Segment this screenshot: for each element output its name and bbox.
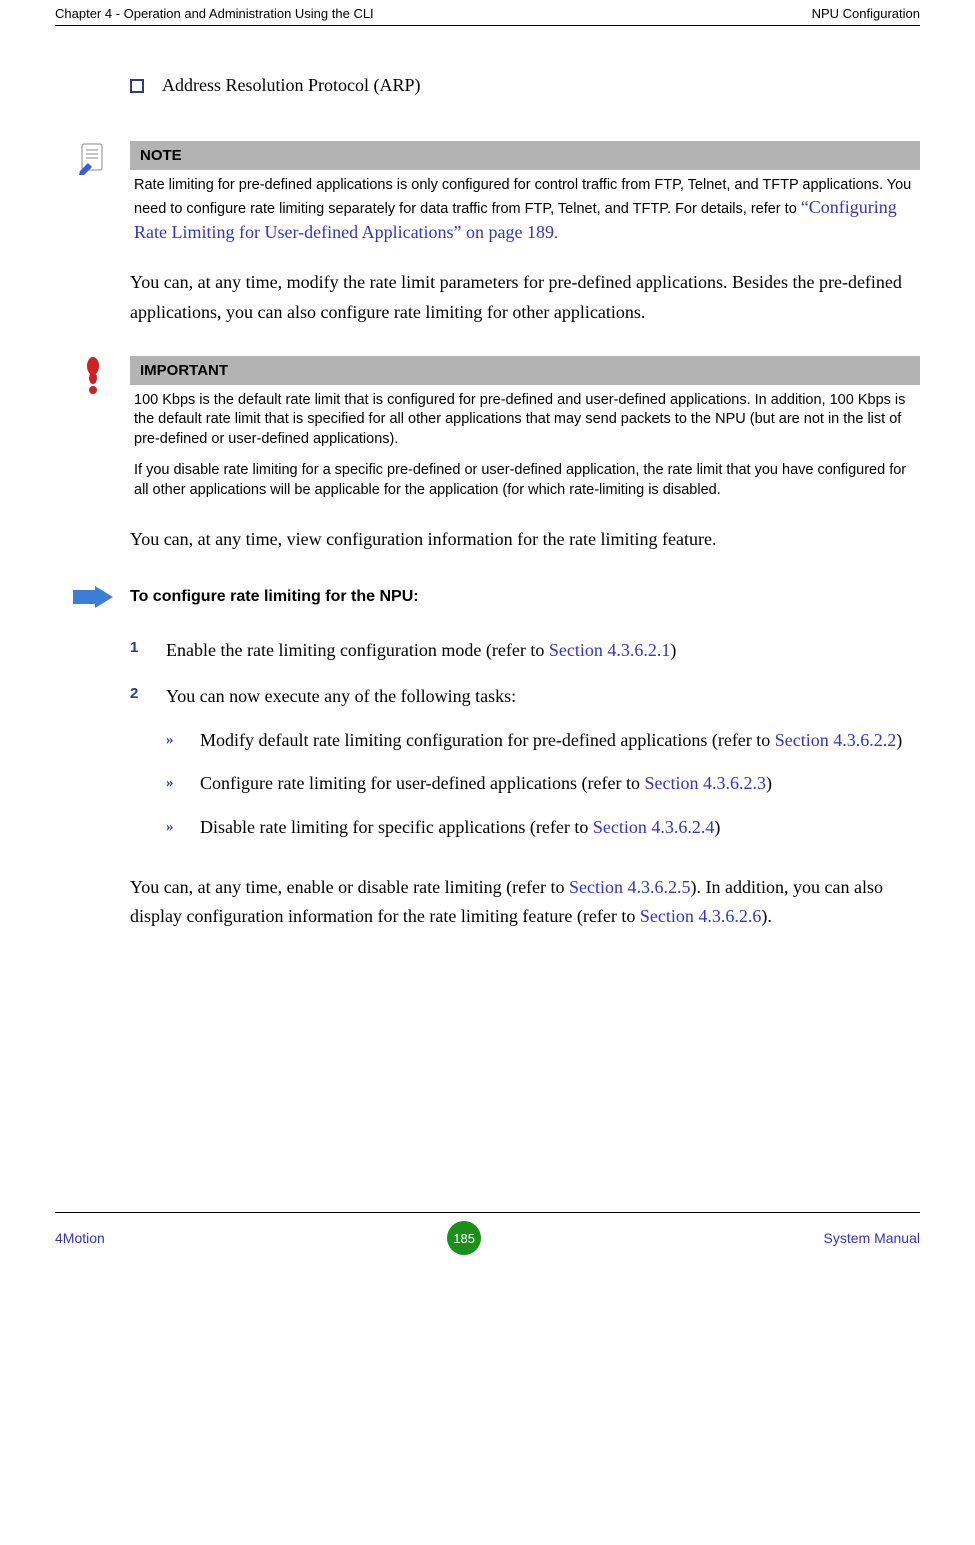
list-item: 2 You can now execute any of the followi…: [130, 682, 920, 857]
page-footer: 4Motion 185 System Manual: [55, 1212, 920, 1255]
procedure-title: To configure rate limiting for the NPU:: [130, 588, 419, 606]
numbered-list: 1 Enable the rate limiting configuration…: [130, 636, 920, 856]
important-text-1: 100 Kbps is the default rate limit that …: [130, 385, 920, 456]
list-item: » Configure rate limiting for user-defin…: [166, 769, 920, 799]
sub1-link[interactable]: Section 4.3.6.2.2: [775, 730, 897, 750]
sub1-text-b: ): [896, 730, 902, 750]
note-icon: [55, 141, 130, 251]
important-icon: [55, 356, 130, 507]
sub-list: » Modify default rate limiting configura…: [166, 726, 920, 843]
header-right: NPU Configuration: [812, 6, 920, 21]
para3-link-2[interactable]: Section 4.3.6.2.6: [640, 906, 762, 926]
note-text-after: .: [554, 226, 558, 242]
chevron-icon: »: [166, 769, 200, 799]
step-number-2: 2: [130, 682, 166, 857]
para3-text-c: ).: [761, 906, 772, 926]
list-item: » Modify default rate limiting configura…: [166, 726, 920, 756]
step-number-1: 1: [130, 636, 166, 666]
para3-link-1[interactable]: Section 4.3.6.2.5: [569, 877, 691, 897]
step-2-text: You can now execute any of the following…: [166, 686, 516, 706]
note-title: NOTE: [130, 141, 920, 170]
note-text: Rate limiting for pre-defined applicatio…: [130, 170, 920, 251]
note-callout: NOTE Rate limiting for pre-defined appli…: [130, 141, 920, 251]
procedure-heading: To configure rate limiting for the NPU:: [130, 586, 920, 608]
sub2-text-a: Configure rate limiting for user-defined…: [200, 773, 644, 793]
page-header: Chapter 4 - Operation and Administration…: [55, 0, 920, 26]
sub3-text-a: Disable rate limiting for specific appli…: [200, 817, 593, 837]
sub-item-2: Configure rate limiting for user-defined…: [200, 769, 772, 799]
footer-left: 4Motion: [55, 1230, 105, 1246]
paragraph-2: You can, at any time, view configuration…: [130, 525, 920, 555]
page-number: 185: [447, 1221, 481, 1255]
important-text-2: If you disable rate limiting for a speci…: [130, 455, 920, 506]
list-item: » Disable rate limiting for specific app…: [166, 813, 920, 843]
step-1-text: Enable the rate limiting configuration m…: [166, 636, 676, 666]
step-1-text-a: Enable the rate limiting configuration m…: [166, 640, 549, 660]
square-bullet-icon: [130, 79, 144, 93]
bullet-text: Address Resolution Protocol (ARP): [162, 71, 421, 101]
sub2-link[interactable]: Section 4.3.6.2.3: [644, 773, 766, 793]
sub-item-1: Modify default rate limiting configurati…: [200, 726, 902, 756]
list-item: 1 Enable the rate limiting configuration…: [130, 636, 920, 666]
sub-item-3: Disable rate limiting for specific appli…: [200, 813, 720, 843]
header-left: Chapter 4 - Operation and Administration…: [55, 6, 374, 21]
paragraph-3: You can, at any time, enable or disable …: [55, 873, 920, 932]
chevron-icon: »: [166, 726, 200, 756]
sub3-text-b: ): [714, 817, 720, 837]
para3-text-a: You can, at any time, enable or disable …: [130, 877, 569, 897]
arrow-icon: [55, 586, 130, 608]
sub2-text-b: ): [766, 773, 772, 793]
step-1-text-b: ): [670, 640, 676, 660]
important-callout: IMPORTANT 100 Kbps is the default rate l…: [130, 356, 920, 507]
sub3-link[interactable]: Section 4.3.6.2.4: [593, 817, 715, 837]
step-1-link[interactable]: Section 4.3.6.2.1: [549, 640, 671, 660]
sub1-text-a: Modify default rate limiting configurati…: [200, 730, 775, 750]
note-text-plain: Rate limiting for pre-defined applicatio…: [134, 177, 911, 218]
footer-right: System Manual: [824, 1230, 920, 1246]
bullet-item: Address Resolution Protocol (ARP): [130, 71, 920, 101]
paragraph-1: You can, at any time, modify the rate li…: [130, 268, 920, 327]
chevron-icon: »: [166, 813, 200, 843]
important-title: IMPORTANT: [130, 356, 920, 385]
